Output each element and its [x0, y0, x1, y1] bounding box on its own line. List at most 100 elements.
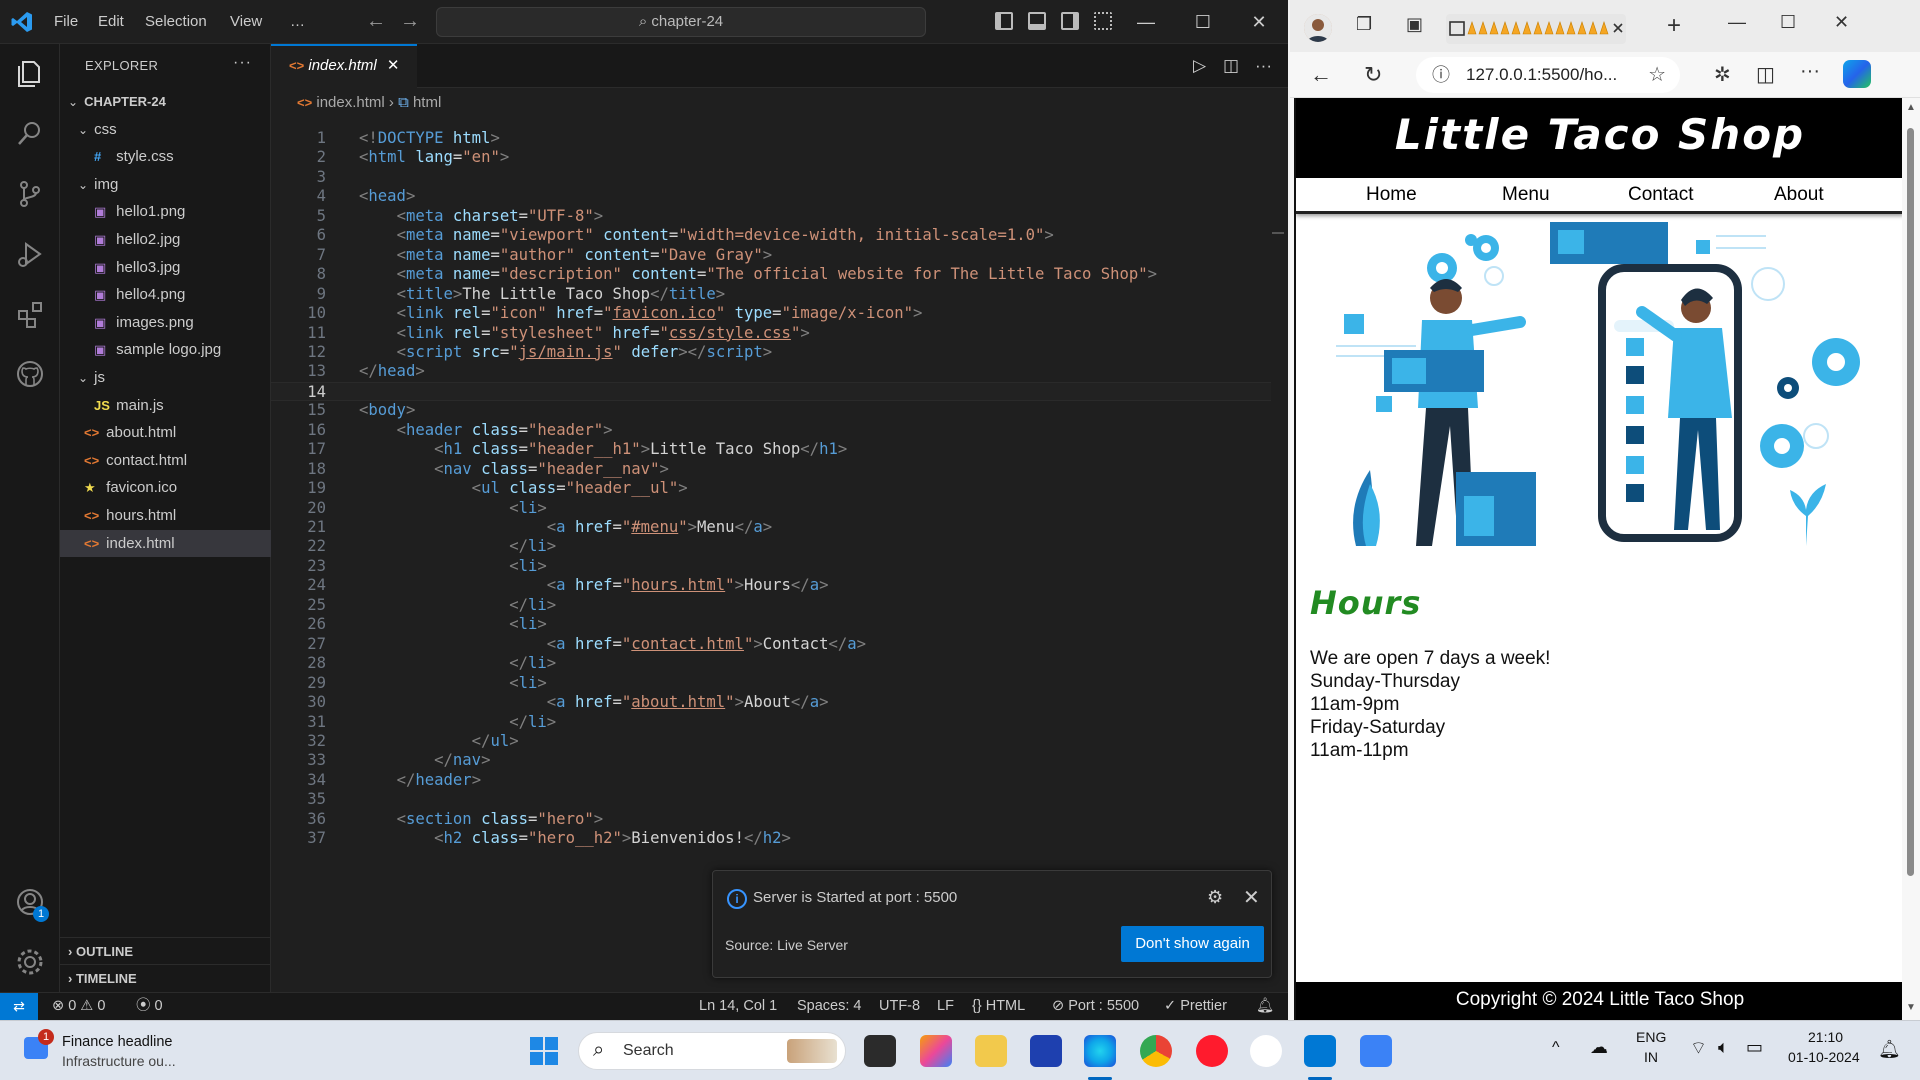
tree-file[interactable]: ▣ hello1.png	[60, 198, 271, 225]
code-line[interactable]: 33 </nav>	[271, 751, 1271, 770]
code-line[interactable]: 32 </ul>	[271, 732, 1271, 751]
close-icon[interactable]: ✕	[1236, 0, 1282, 44]
chevron-up-icon[interactable]: ^	[1552, 1039, 1560, 1057]
remote-indicator-icon[interactable]: ⇄	[0, 993, 38, 1021]
tab-index-html[interactable]: <> index.html ✕	[271, 44, 417, 89]
nav-contact-link[interactable]: Contact	[1628, 184, 1693, 206]
code-line[interactable]: 12 <script src="js/main.js" defer></scri…	[271, 343, 1271, 362]
explorer-icon[interactable]	[14, 58, 46, 90]
code-line[interactable]: 22 </li>	[271, 537, 1271, 556]
extensions-icon[interactable]	[14, 298, 46, 330]
run-icon[interactable]: ▷	[1193, 56, 1206, 76]
profile-avatar[interactable]	[1304, 14, 1332, 42]
eol-status[interactable]: LF	[937, 993, 954, 1020]
code-line[interactable]: 19 <ul class="header__ul">	[271, 479, 1271, 498]
tree-file[interactable]: ▣ images.png	[60, 309, 271, 336]
nav-menu-link[interactable]: Menu	[1502, 184, 1550, 206]
workspaces-icon[interactable]: ❐	[1356, 14, 1372, 35]
nav-home-link[interactable]: Home	[1366, 184, 1417, 206]
code-line[interactable]: 37 <h2 class="hero__h2">Bienvenidos!</h2…	[271, 829, 1271, 848]
extensions-icon[interactable]: ✲	[1714, 62, 1731, 87]
tab-close-icon[interactable]: ✕	[387, 57, 400, 74]
mongodb-compass-icon[interactable]	[1250, 1035, 1282, 1067]
tree-folder[interactable]: ⌄ CHAPTER-24	[60, 88, 271, 115]
tree-file[interactable]: <> hours.html	[60, 502, 271, 529]
toggle-secondary-sidebar-icon[interactable]	[1061, 12, 1079, 30]
code-line[interactable]: 35	[271, 790, 1271, 809]
code-line[interactable]: 24 <a href="hours.html">Hours</a>	[271, 576, 1271, 595]
notification-settings-gear-icon[interactable]: ⚙	[1207, 887, 1223, 908]
toggle-primary-sidebar-icon[interactable]	[995, 12, 1013, 30]
menu-file[interactable]: File	[54, 0, 78, 44]
volume-icon[interactable]: 🔈︎	[1718, 1037, 1729, 1058]
tree-file[interactable]: # style.css	[60, 143, 271, 170]
notifications-bell-icon[interactable]: 🔔︎	[1878, 1039, 1901, 1060]
code-line[interactable]: 16 <header class="header">	[271, 421, 1271, 440]
source-control-icon[interactable]	[14, 178, 46, 210]
tree-folder[interactable]: ⌄ css	[60, 116, 271, 143]
windows-start-icon[interactable]	[528, 1035, 560, 1067]
code-line[interactable]: 2 <html lang="en">	[271, 148, 1271, 167]
indentation-status[interactable]: Spaces: 4	[797, 993, 862, 1020]
live-server-status[interactable]: ⊘ Port : 5500	[1052, 993, 1139, 1020]
code-line[interactable]: 26 <li>	[271, 615, 1271, 634]
code-line[interactable]: 8 <meta name="description" content="The …	[271, 265, 1271, 284]
copilot-icon[interactable]	[1843, 60, 1871, 88]
code-line[interactable]: 27 <a href="contact.html">Contact</a>	[271, 635, 1271, 654]
code-line[interactable]: 21 <a href="#menu">Menu</a>	[271, 518, 1271, 537]
wifi-icon[interactable]: ⌔	[1690, 1037, 1707, 1060]
tree-file[interactable]: ▣ hello4.png	[60, 281, 271, 308]
tree-file[interactable]: JS main.js	[60, 392, 271, 419]
opera-icon[interactable]	[1196, 1035, 1228, 1067]
code-line[interactable]: 6 <meta name="viewport" content="width=d…	[271, 226, 1271, 245]
code-line[interactable]: 3	[271, 168, 1271, 187]
menu-selection[interactable]: Selection	[145, 0, 207, 44]
task-view-icon[interactable]	[864, 1035, 896, 1067]
menu-more[interactable]: …	[290, 0, 305, 44]
code-line[interactable]: 9 <title>The Little Taco Shop</title>	[271, 285, 1271, 304]
nav-about-link[interactable]: About	[1774, 184, 1824, 206]
code-line[interactable]: 28 </li>	[271, 654, 1271, 673]
file-explorer-icon[interactable]	[975, 1035, 1007, 1067]
copilot-app-icon[interactable]	[920, 1035, 952, 1067]
breadcrumb-element[interactable]: html	[413, 94, 441, 111]
more-menu-icon[interactable]: ···	[1800, 60, 1820, 83]
code-line[interactable]: 18 <nav class="header__nav">	[271, 460, 1271, 479]
code-line[interactable]: 4 <head>	[271, 187, 1271, 206]
minimize-icon[interactable]: —	[1123, 0, 1169, 44]
notepad-icon[interactable]	[1360, 1035, 1392, 1067]
code-line[interactable]: 29 <li>	[271, 674, 1271, 693]
vscode-app-icon[interactable]	[1304, 1035, 1336, 1067]
code-line[interactable]: 5 <meta charset="UTF-8">	[271, 207, 1271, 226]
code-line[interactable]: 7 <meta name="author" content="Dave Gray…	[271, 246, 1271, 265]
chrome-icon[interactable]	[1140, 1035, 1172, 1067]
run-debug-icon[interactable]	[14, 238, 46, 270]
tree-file[interactable]: ▣ sample logo.jpg	[60, 336, 271, 363]
dont-show-again-button[interactable]: Don't show again	[1121, 926, 1264, 962]
search-icon[interactable]	[14, 118, 46, 150]
code-line[interactable]: 15 <body>	[271, 401, 1271, 420]
code-line[interactable]: 10 <link rel="icon" href="favicon.ico" t…	[271, 304, 1271, 323]
code-line[interactable]: 14	[271, 381, 1271, 402]
address-bar[interactable]: ⓘ 127.0.0.1:5500/ho... ☆	[1416, 57, 1680, 93]
tree-file[interactable]: <> contact.html	[60, 447, 271, 474]
tree-file[interactable]: <> index.html	[60, 529, 271, 557]
back-arrow-icon[interactable]: ←	[366, 10, 386, 33]
notification-close-icon[interactable]: ✕	[1243, 885, 1260, 910]
back-arrow-icon[interactable]: ←	[1310, 62, 1332, 88]
clock-time[interactable]: 21:10	[1808, 1029, 1843, 1045]
command-center-search[interactable]: ⌕ chapter-24	[436, 7, 926, 37]
edge-app-icon[interactable]	[1084, 1035, 1116, 1067]
editor-more-icon[interactable]: ···	[1255, 56, 1272, 76]
favorite-star-icon[interactable]: ☆	[1648, 57, 1666, 93]
browser-tab[interactable]	[1446, 14, 1626, 44]
tree-file[interactable]: ★ favicon.ico	[60, 474, 271, 501]
battery-icon[interactable]: ▭	[1746, 1037, 1763, 1058]
cursor-position[interactable]: Ln 14, Col 1	[699, 993, 777, 1020]
tree-file[interactable]: <> about.html	[60, 419, 271, 446]
code-editor[interactable]: 1 <!DOCTYPE html> 2 <html lang="en"> 3 4 <head…	[271, 116, 1288, 988]
close-icon[interactable]: ✕	[1834, 12, 1849, 33]
news-widget[interactable]: 1 Finance headline Infrastructure ou...	[20, 1029, 200, 1073]
scroll-up-arrow-icon[interactable]: ▲	[1906, 102, 1916, 113]
code-line[interactable]: 13 </head>	[271, 362, 1271, 381]
